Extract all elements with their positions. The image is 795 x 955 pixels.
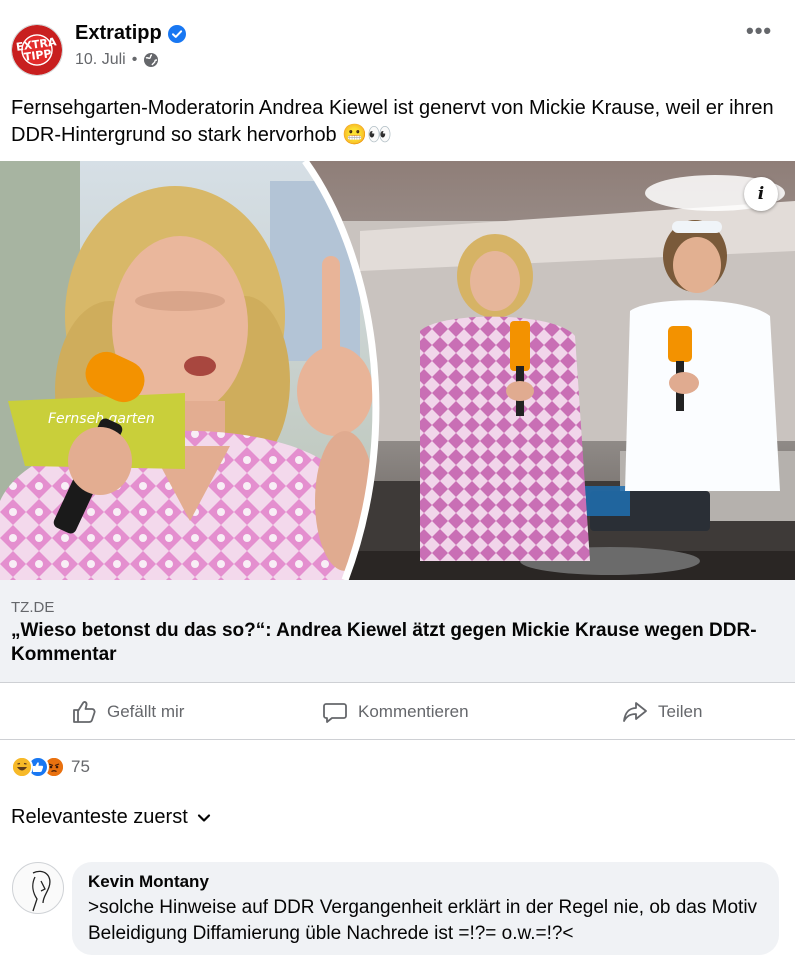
avatar-logo-text: EXTRA TIPP (15, 35, 58, 64)
page-avatar[interactable]: EXTRA TIPP (11, 24, 63, 76)
thumbs-up-icon (73, 701, 96, 723)
share-arrow-icon (623, 702, 647, 722)
more-options-button[interactable]: ••• (746, 18, 772, 44)
page-name-row: Extratipp (75, 22, 186, 45)
meta-separator: • (131, 51, 138, 68)
comment-sort-dropdown[interactable]: Relevanteste zuerst (11, 806, 212, 829)
sort-label: Relevanteste zuerst (11, 806, 188, 828)
share-label: Teilen (658, 702, 703, 721)
chevron-down-icon (197, 813, 210, 822)
like-button[interactable]: Gefällt mir (71, 683, 184, 741)
reaction-count: 75 (71, 757, 90, 776)
page-name[interactable]: Extratipp (75, 22, 162, 45)
reaction-summary[interactable]: 75 (11, 756, 90, 778)
comment-bubble: Kevin Montany >solche Hinweise auf DDR V… (72, 862, 779, 955)
link-domain: TZ.DE (11, 599, 55, 616)
comment-button[interactable]: Kommentieren (322, 683, 469, 741)
share-button[interactable]: Teilen (622, 683, 702, 741)
post-header: EXTRA TIPP Extratipp 10. Juli • ••• (0, 0, 795, 90)
globe-icon (144, 53, 159, 67)
commenter-avatar[interactable] (12, 862, 64, 914)
post-action-bar: Gefällt mir Kommentieren Teilen (0, 682, 795, 740)
link-preview-image[interactable]: Fernseh garten (0, 161, 795, 580)
post-date[interactable]: 10. Juli (75, 51, 126, 69)
comment-text: >solche Hinweise auf DDR Vergangenheit e… (88, 897, 758, 944)
comment-label: Kommentieren (358, 702, 469, 721)
link-preview-card[interactable]: Fernseh garten i (0, 161, 795, 682)
haha-reaction-icon (11, 756, 33, 778)
comment-bubble-icon (323, 703, 347, 723)
tv-show-collage-image: Fernseh garten (0, 161, 795, 580)
verified-badge-icon (167, 24, 186, 43)
link-title[interactable]: „Wieso betonst du das so?“: Andrea Kiewe… (11, 619, 786, 667)
info-button[interactable]: i (744, 177, 778, 211)
comment-author[interactable]: Kevin Montany (88, 872, 763, 892)
post-text: Fernsehgarten-Moderatorin Andrea Kiewel … (11, 97, 774, 146)
post-meta: 10. Juli • (75, 51, 159, 69)
like-label: Gefällt mir (107, 702, 185, 721)
sketch-portrait-icon (32, 870, 51, 912)
